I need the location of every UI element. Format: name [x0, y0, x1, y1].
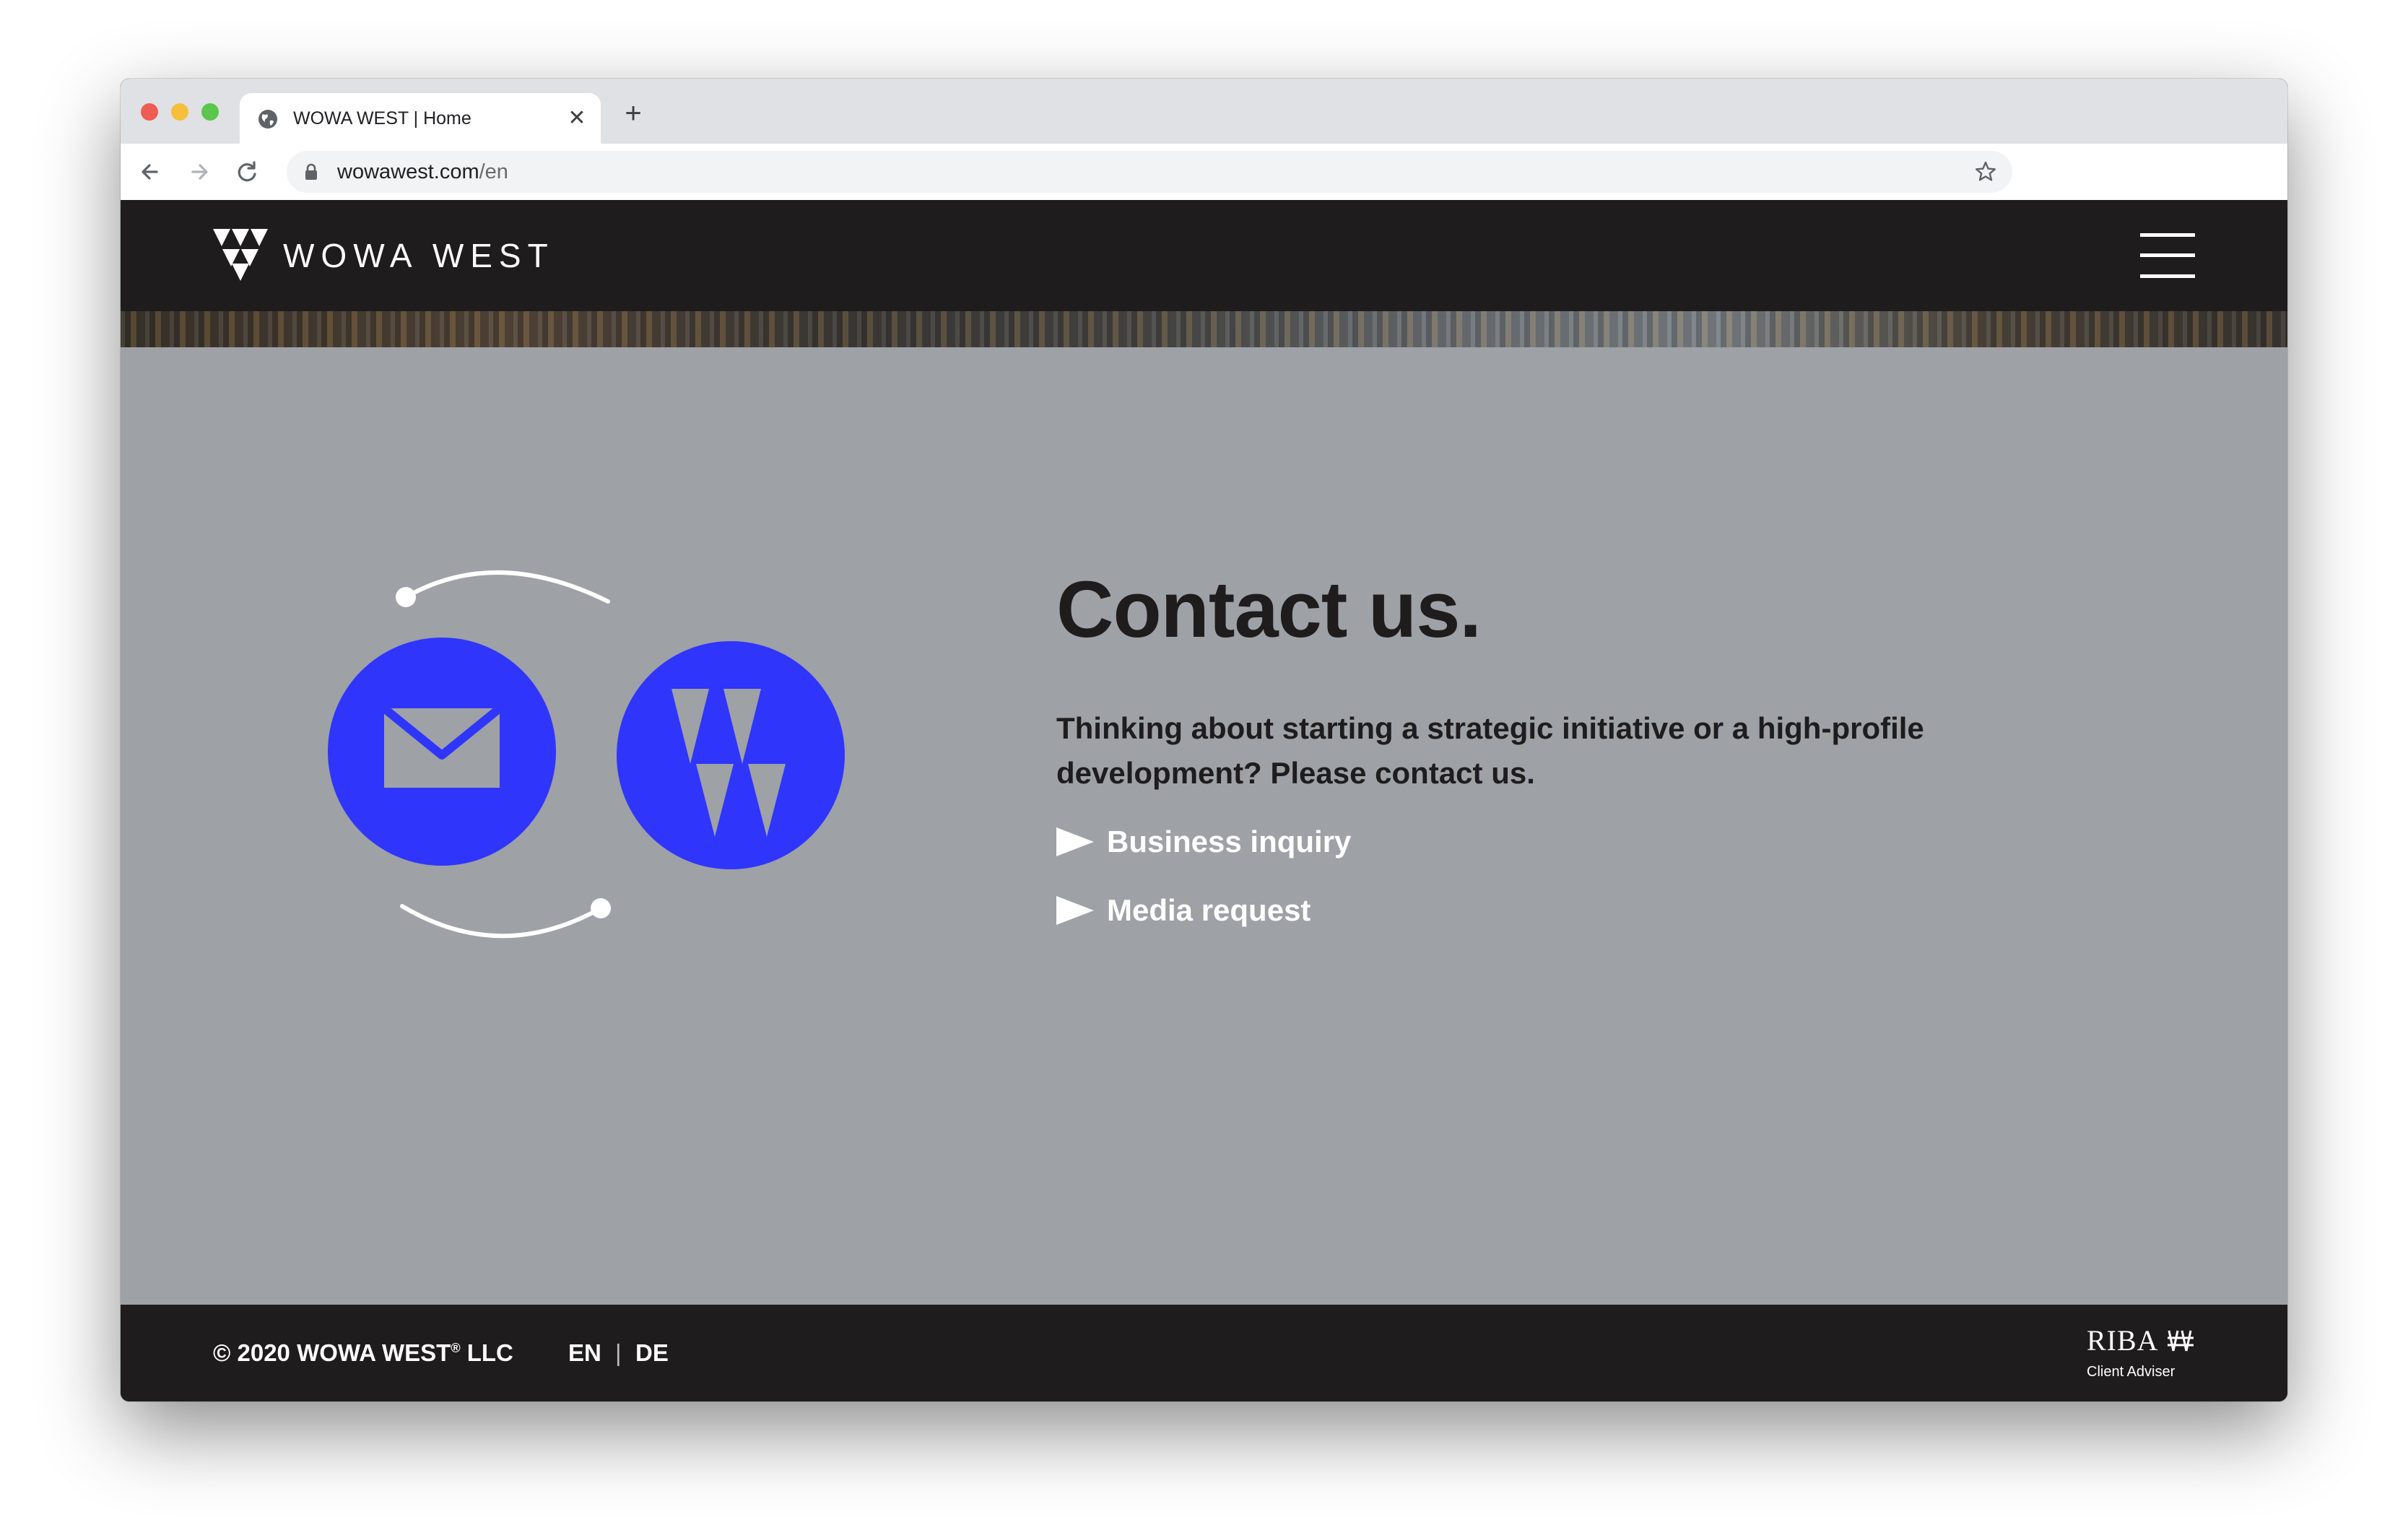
play-arrow-icon — [1056, 827, 1094, 856]
envelope-icon — [381, 705, 503, 788]
url-text: wowawest.com/en — [337, 160, 508, 183]
business-inquiry-label: Business inquiry — [1107, 825, 1352, 858]
new-tab-button[interactable]: + — [619, 99, 648, 128]
close-window-button[interactable] — [141, 103, 158, 121]
bookmark-star-icon[interactable] — [1973, 160, 1998, 184]
riba-crest-icon — [2168, 1330, 2194, 1352]
browser-toolbar: wowawest.com/en — [121, 144, 2287, 201]
forward-arrow-icon[interactable] — [184, 157, 214, 187]
contact-description: Thinking about starting a strategic init… — [1056, 711, 1924, 790]
logo-text[interactable]: WOWA WEST — [283, 230, 555, 281]
copyright-text: © 2020 WOWA WEST® LLC — [213, 1339, 513, 1366]
maximize-window-button[interactable] — [201, 103, 219, 121]
riba-subtitle: Client Adviser — [2087, 1364, 2176, 1380]
language-en-link[interactable]: EN — [568, 1334, 601, 1373]
wowa-circle — [617, 641, 845, 869]
browser-tab-active[interactable]: WOWA WEST | Home ✕ — [240, 93, 601, 144]
language-de-link[interactable]: DE — [635, 1334, 669, 1373]
globe-icon — [258, 110, 277, 129]
aerial-photo-strip — [121, 311, 2287, 347]
site-footer: © 2020 WOWA WEST® LLC EN | DE RIBA Clien… — [121, 1305, 2287, 1401]
wowa-west-logo-icon[interactable] — [213, 229, 268, 281]
tab-strip: WOWA WEST | Home ✕ + — [121, 79, 2287, 144]
browser-window: WOWA WEST | Home ✕ + wowawest.com/en WOW… — [121, 79, 2287, 1401]
media-request-link[interactable]: Media request — [1056, 889, 1311, 932]
address-bar[interactable]: wowawest.com/en — [287, 151, 2012, 193]
page-title: Contact us. — [1056, 565, 1482, 654]
play-arrow-icon — [1056, 896, 1094, 925]
site-header: WOWA WEST — [121, 200, 2287, 311]
language-separator: | — [615, 1339, 622, 1366]
contact-illustration — [328, 570, 845, 939]
back-arrow-icon[interactable] — [135, 157, 165, 187]
media-request-label: Media request — [1107, 893, 1311, 927]
riba-name: RIBA — [2087, 1324, 2159, 1357]
tab-title: WOWA WEST | Home — [293, 108, 471, 129]
minimize-window-button[interactable] — [171, 103, 188, 121]
business-inquiry-link[interactable]: Business inquiry — [1056, 820, 1351, 864]
close-tab-icon[interactable]: ✕ — [565, 106, 589, 131]
riba-client-adviser-logo: RIBA Client Adviser — [2087, 1323, 2195, 1386]
website: WOWA WEST Contact us. Thinking about sta… — [121, 200, 2287, 1401]
reload-icon[interactable] — [232, 157, 262, 187]
hamburger-menu-icon[interactable] — [2140, 233, 2195, 278]
contact-section: Contact us. Thinking about starting a st… — [121, 347, 2287, 1305]
lock-icon — [305, 163, 317, 180]
